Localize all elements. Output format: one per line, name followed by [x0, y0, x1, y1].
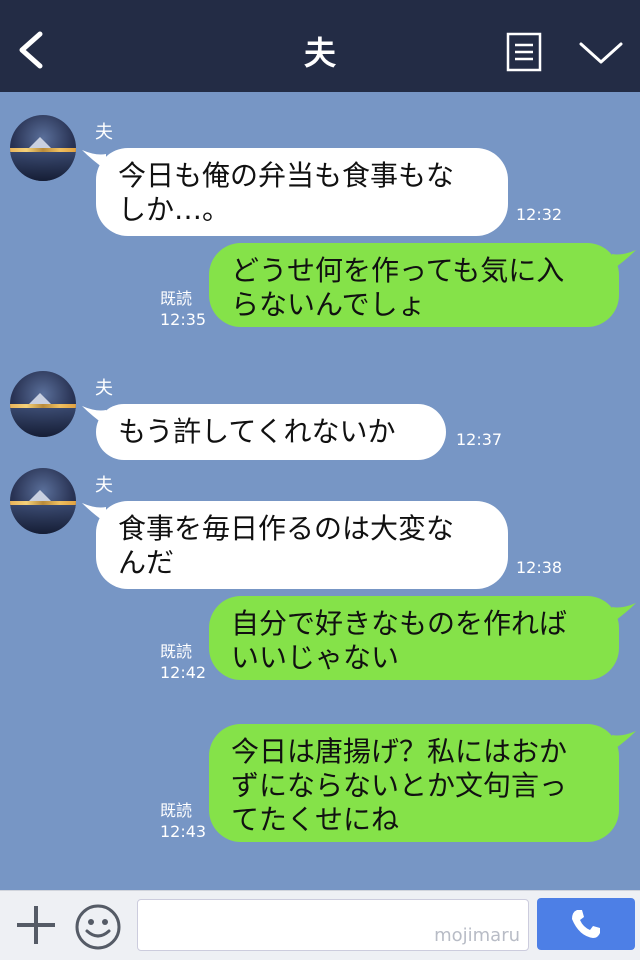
- message-bubble[interactable]: 今日も俺の弁当も食事もな しか…。: [96, 148, 508, 236]
- sender-name: 夫: [95, 475, 113, 496]
- chat-area[interactable]: 夫 今日も俺の弁当も食事もな しか…。 12:32 既読 12:35 どうせ何を…: [0, 92, 640, 890]
- phone-icon: [572, 910, 600, 938]
- avatar[interactable]: [10, 371, 76, 437]
- message-time: 12:38: [516, 558, 563, 577]
- sender-name: 夫: [95, 122, 113, 143]
- message-time: 12:35: [160, 310, 207, 329]
- avatar[interactable]: [10, 468, 76, 534]
- message-bubble[interactable]: どうせ何を作っても気に入 らないんでしょ: [209, 243, 619, 327]
- emoji-icon[interactable]: [74, 903, 122, 951]
- menu-list-icon[interactable]: [506, 32, 542, 72]
- watermark-text: mojimaru: [434, 925, 520, 946]
- message-time: 12:37: [456, 430, 503, 449]
- sender-name: 夫: [95, 378, 113, 399]
- plus-icon[interactable]: [14, 903, 58, 947]
- read-receipt: 既読: [160, 642, 193, 661]
- message-input[interactable]: mojimaru: [137, 899, 529, 951]
- chevron-down-icon[interactable]: [578, 40, 624, 68]
- read-receipt: 既読: [160, 289, 193, 308]
- avatar[interactable]: [10, 115, 76, 181]
- message-time: 12:43: [160, 822, 207, 841]
- call-button[interactable]: [537, 898, 635, 950]
- chat-header: 夫: [0, 0, 640, 92]
- message-bubble[interactable]: 食事を毎日作るのは大変な んだ: [96, 501, 508, 589]
- message-time: 12:32: [516, 205, 563, 224]
- chat-title: 夫: [303, 34, 336, 72]
- message-time: 12:42: [160, 663, 207, 682]
- bubble-tail: [612, 603, 636, 623]
- message-bubble[interactable]: もう許してくれないか: [96, 404, 446, 460]
- message-bubble[interactable]: 今日は唐揚げ？私にはおか ずにならないとか文句言っ てたくせにね: [209, 724, 619, 842]
- message-composer: mojimaru: [0, 890, 640, 960]
- bubble-tail: [612, 250, 636, 270]
- message-bubble[interactable]: 自分で好きなものを作れば いいじゃない: [209, 596, 619, 680]
- read-receipt: 既読: [160, 801, 193, 820]
- bubble-tail: [612, 731, 636, 751]
